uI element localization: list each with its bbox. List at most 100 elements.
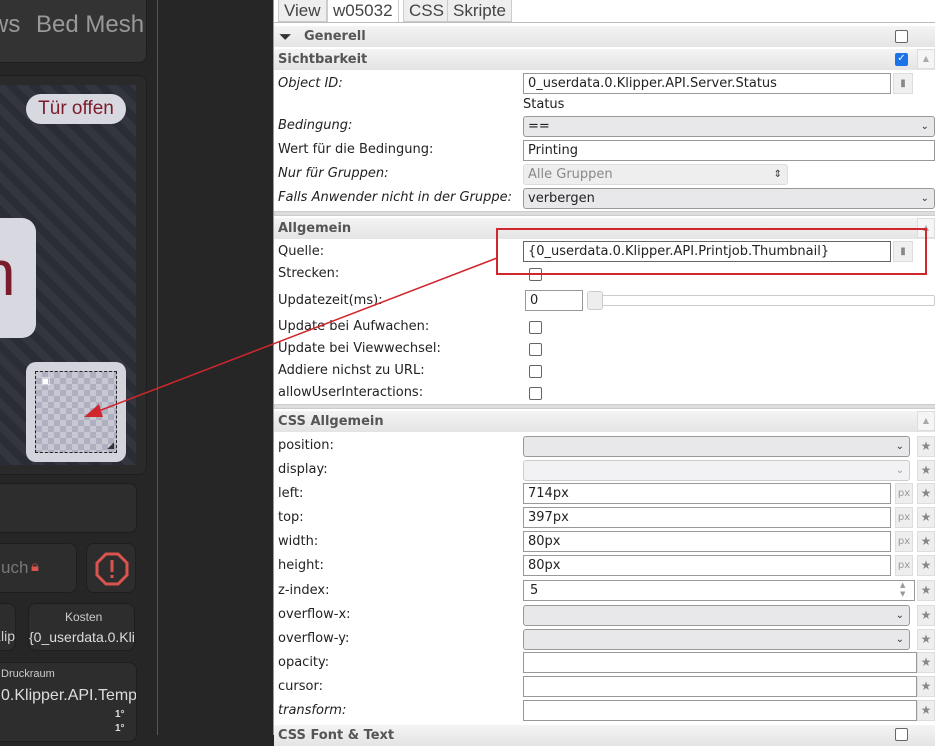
generell-checkbox[interactable] bbox=[895, 30, 908, 43]
left-input[interactable]: 714px bbox=[523, 483, 891, 504]
addiere-label: Addiere nichst zu URL: bbox=[278, 363, 425, 378]
left-label: left: bbox=[278, 486, 304, 501]
overflowy-select[interactable]: ⌄ bbox=[523, 629, 910, 650]
aufwachen-label: Update bei Aufwachen: bbox=[278, 319, 430, 334]
bedingung-select[interactable]: == ⌄ bbox=[523, 116, 935, 137]
kosten-card: Kosten {0_userdata.0.Klip bbox=[28, 603, 135, 651]
display-select[interactable]: ⌄ bbox=[523, 460, 910, 481]
top-unit-button[interactable]: px bbox=[895, 507, 913, 528]
section-css-allgemein[interactable]: CSS Allgemein bbox=[274, 411, 935, 432]
quelle-label: Quelle: bbox=[278, 244, 325, 259]
properties-panel: View w05032 CSS Skripte ⏷ Generell Sicht… bbox=[273, 0, 935, 746]
overflowy-star-icon[interactable]: ★ bbox=[917, 629, 935, 650]
transform-input[interactable] bbox=[523, 700, 917, 721]
status-tile: n bbox=[0, 218, 36, 338]
resize-handle-icon[interactable]: ◢ bbox=[107, 441, 114, 451]
zindex-label: z-index: bbox=[278, 583, 330, 598]
top-input[interactable]: 397px bbox=[523, 507, 891, 528]
wert-input[interactable]: Printing bbox=[523, 140, 935, 161]
addiere-checkbox[interactable] bbox=[529, 365, 542, 378]
lock-button-label: uch bbox=[1, 558, 29, 577]
section-generell[interactable]: ⏷ Generell bbox=[274, 26, 935, 47]
gruppen-select[interactable]: Alle Gruppen ⇕ bbox=[523, 164, 788, 185]
tab-skripte[interactable]: Skripte bbox=[447, 0, 512, 22]
strecken-checkbox[interactable] bbox=[529, 268, 542, 281]
collapse-allgemein[interactable]: ▲ bbox=[917, 218, 935, 238]
updown-icon: ⇕ bbox=[773, 169, 782, 180]
collapse-sichtbarkeit[interactable]: ▲ bbox=[917, 49, 935, 69]
height-label: height: bbox=[278, 558, 324, 573]
filter-icon[interactable]: ⏷ bbox=[279, 26, 292, 47]
updatezeit-slider-track[interactable] bbox=[587, 295, 935, 306]
width-input[interactable]: 80px bbox=[523, 531, 891, 552]
top-star-icon[interactable]: ★ bbox=[917, 507, 935, 528]
temp-2: 1° bbox=[115, 723, 125, 734]
object-id-browse-button[interactable]: ▮ bbox=[893, 73, 913, 94]
kosten-label: Kosten bbox=[65, 610, 103, 624]
falls-select[interactable]: verbergen ⌄ bbox=[523, 188, 935, 209]
chevron-down-icon: ⌄ bbox=[895, 610, 904, 621]
nav-item-bed-mesh[interactable]: Bed Mesh bbox=[36, 11, 144, 39]
updatezeit-input[interactable]: 0 bbox=[525, 290, 583, 311]
left-star-icon[interactable]: ★ bbox=[917, 483, 935, 504]
opacity-input[interactable] bbox=[523, 652, 917, 673]
section-css-font[interactable]: CSS Font & Text bbox=[274, 725, 935, 746]
position-select[interactable]: ⌄ bbox=[523, 436, 910, 457]
width-unit-button[interactable]: px bbox=[895, 531, 913, 552]
allow-checkbox[interactable] bbox=[529, 387, 542, 400]
strecken-label: Strecken: bbox=[278, 266, 340, 281]
height-star-icon[interactable]: ★ bbox=[917, 555, 935, 576]
druckraum-label: Druckraum bbox=[1, 668, 55, 680]
door-open-badge: Tür offen bbox=[26, 94, 126, 124]
info-card bbox=[0, 483, 137, 533]
overflowx-select[interactable]: ⌄ bbox=[523, 605, 910, 626]
cursor-input[interactable] bbox=[523, 676, 917, 697]
collapse-css-allgemein[interactable]: ▲ bbox=[917, 411, 935, 431]
sichtbarkeit-checkbox[interactable]: ✓ bbox=[895, 53, 908, 66]
nav-card: ws Bed Mesh bbox=[0, 0, 147, 63]
tab-view[interactable]: View bbox=[278, 0, 327, 22]
css-font-title: CSS Font & Text bbox=[278, 728, 395, 743]
thumbnail-widget[interactable]: ▣ ◢ bbox=[26, 362, 126, 462]
zindex-input[interactable]: 5 bbox=[523, 580, 915, 601]
tab-widget[interactable]: w05032 bbox=[327, 0, 399, 22]
chevron-down-icon: ⌄ bbox=[920, 121, 929, 132]
width-star-icon[interactable]: ★ bbox=[917, 531, 935, 552]
small-card-value: Klip bbox=[0, 628, 15, 644]
chevron-down-icon: ⌄ bbox=[895, 441, 904, 452]
transform-star-icon[interactable]: ★ bbox=[917, 700, 935, 721]
cursor-star-icon[interactable]: ★ bbox=[917, 676, 935, 697]
nav-item-partial[interactable]: ws bbox=[0, 11, 20, 39]
bedingung-value: == bbox=[528, 119, 550, 134]
height-unit-button[interactable]: px bbox=[895, 555, 913, 576]
overflowx-star-icon[interactable]: ★ bbox=[917, 605, 935, 626]
wert-label: Wert für die Bedingung: bbox=[278, 142, 434, 157]
position-star-icon[interactable]: ★ bbox=[917, 436, 935, 457]
viewwechsel-checkbox[interactable] bbox=[529, 343, 542, 356]
section-sichtbarkeit[interactable]: Sichtbarkeit bbox=[274, 49, 935, 70]
lock-button[interactable]: uch 🔒︎ bbox=[0, 543, 77, 593]
broken-image-icon: ▣ bbox=[41, 376, 51, 387]
emergency-stop-button[interactable] bbox=[86, 543, 136, 593]
display-star-icon[interactable]: ★ bbox=[917, 460, 935, 481]
left-unit-button[interactable]: px bbox=[895, 483, 913, 504]
kosten-value: {0_userdata.0.Klip bbox=[29, 629, 135, 645]
falls-value: verbergen bbox=[528, 191, 595, 206]
section-allgemein[interactable]: Allgemein bbox=[274, 218, 935, 239]
opacity-star-icon[interactable]: ★ bbox=[917, 652, 935, 673]
object-id-input[interactable]: 0_userdata.0.Klipper.API.Server.Status bbox=[523, 73, 891, 94]
updatezeit-slider-handle[interactable] bbox=[587, 291, 603, 310]
allgemein-title: Allgemein bbox=[278, 221, 352, 236]
tab-css[interactable]: CSS bbox=[403, 0, 450, 22]
lock-icon: 🔒︎ bbox=[31, 557, 39, 575]
generell-title: Generell bbox=[304, 29, 366, 44]
zindex-spinner[interactable]: ▲ ▼ bbox=[900, 581, 905, 599]
druckraum-card: Druckraum 0.Klipper.API.Tempera 1° 1° bbox=[0, 662, 137, 742]
aufwachen-checkbox[interactable] bbox=[529, 321, 542, 334]
quelle-browse-button[interactable]: ▮ bbox=[893, 241, 913, 262]
updatezeit-label: Updatezeit(ms): bbox=[278, 293, 383, 308]
chevron-down-icon: ⌄ bbox=[895, 634, 904, 645]
zindex-star-icon[interactable]: ★ bbox=[917, 580, 935, 601]
height-input[interactable]: 80px bbox=[523, 555, 891, 576]
quelle-input[interactable]: {0_userdata.0.Klipper.API.Printjob.Thumb… bbox=[523, 241, 891, 262]
